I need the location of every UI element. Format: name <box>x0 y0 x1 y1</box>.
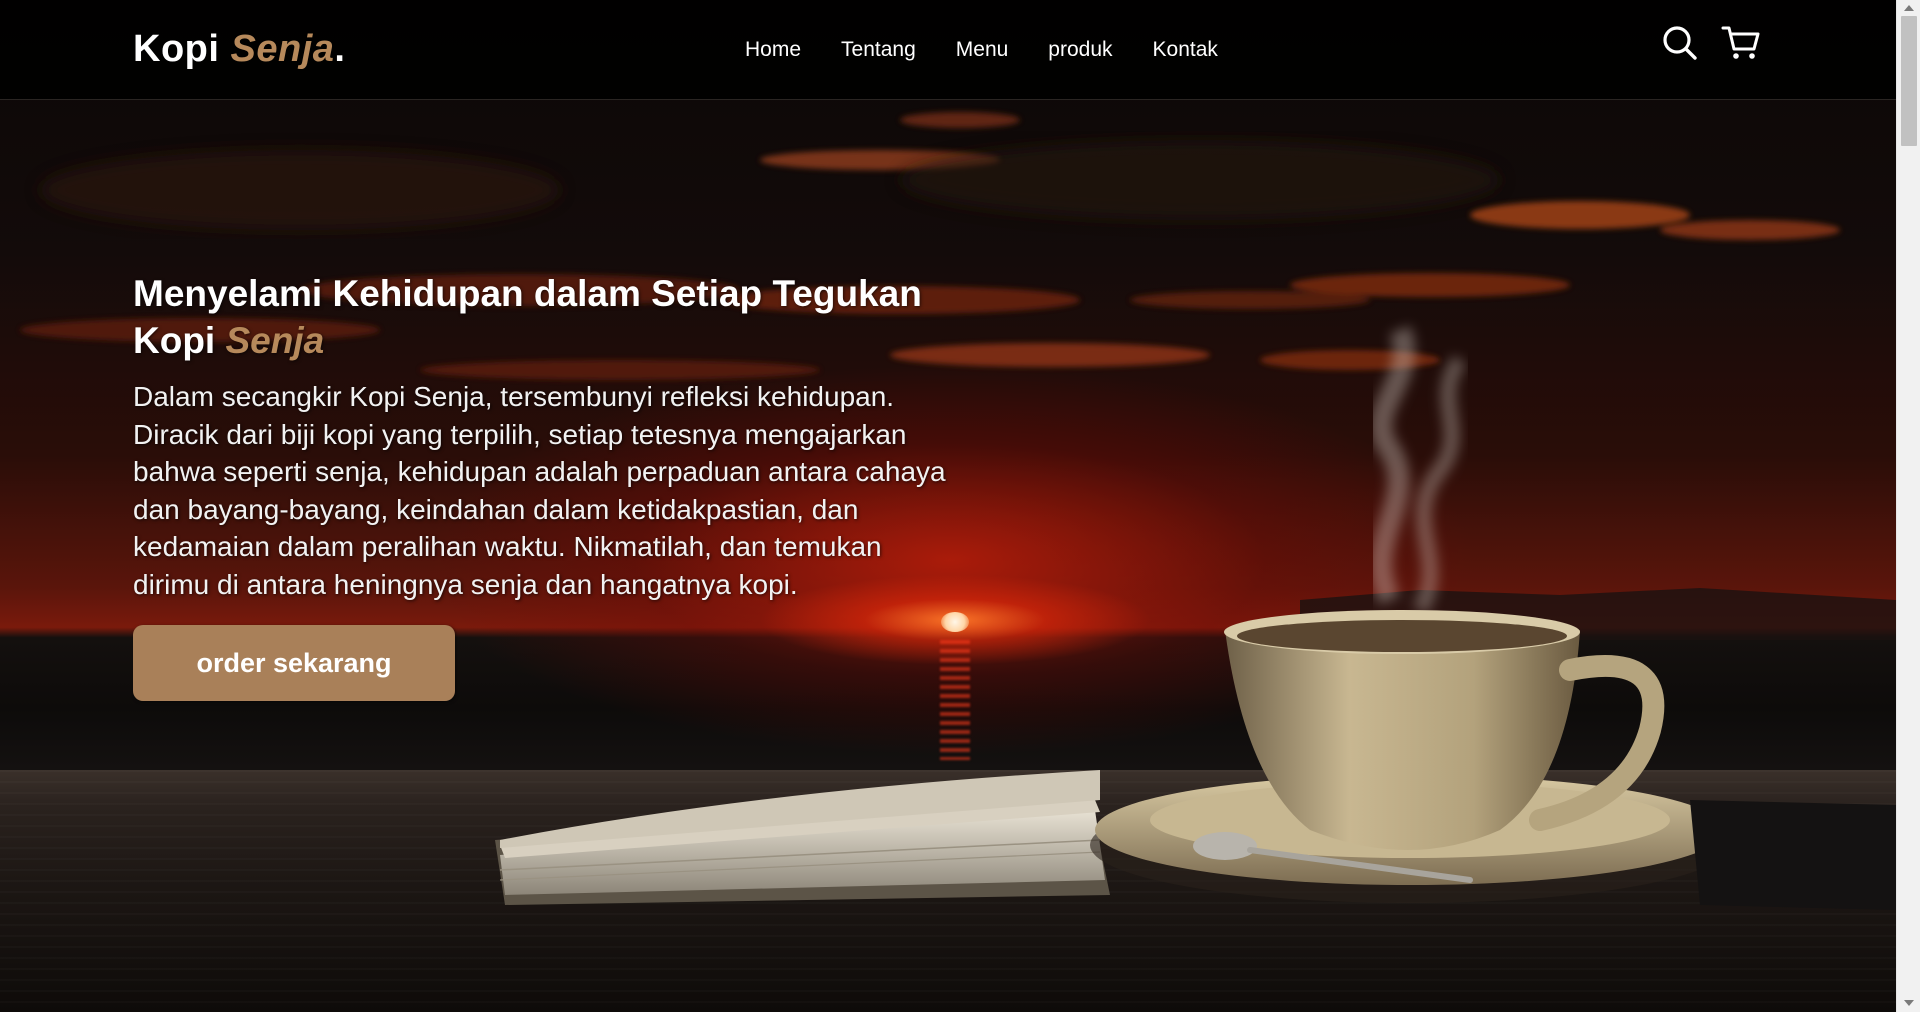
nav-links: Home Tentang Menu produk Kontak <box>745 0 1218 100</box>
site-logo[interactable]: Kopi Senja. <box>133 28 345 71</box>
logo-dot: . <box>334 28 346 70</box>
navbar: Kopi Senja. Home Tentang Menu produk Kon… <box>0 0 1896 100</box>
nav-link-home[interactable]: Home <box>745 38 801 62</box>
logo-accent: Senja <box>230 28 335 70</box>
page: Kopi Senja. Home Tentang Menu produk Kon… <box>0 0 1896 1012</box>
order-now-button[interactable]: order sekarang <box>133 625 455 701</box>
scroll-down-arrow-icon[interactable] <box>1904 1000 1914 1006</box>
hero-title: Menyelami Kehidupan dalam Setiap Tegukan… <box>133 270 973 364</box>
nav-link-produk[interactable]: produk <box>1048 38 1112 62</box>
nav-link-menu[interactable]: Menu <box>956 38 1009 62</box>
scrollbar-thumb[interactable] <box>1901 16 1917 146</box>
nav-icons <box>1661 24 1760 62</box>
logo-name: Kopi <box>133 28 220 70</box>
hero-section: Menyelami Kehidupan dalam Setiap Tegukan… <box>133 270 973 701</box>
nav-link-tentang[interactable]: Tentang <box>841 38 916 62</box>
search-icon[interactable] <box>1661 24 1699 62</box>
vertical-scrollbar[interactable] <box>1896 0 1920 1012</box>
hero-title-accent: Senja <box>225 320 325 361</box>
nav-link-kontak[interactable]: Kontak <box>1153 38 1218 62</box>
coffee-steam <box>1370 325 1467 615</box>
open-book <box>495 770 1110 905</box>
hero-description: Dalam secangkir Kopi Senja, tersembunyi … <box>133 381 946 600</box>
scroll-up-arrow-icon[interactable] <box>1904 5 1914 11</box>
shopping-cart-icon[interactable] <box>1721 24 1760 62</box>
